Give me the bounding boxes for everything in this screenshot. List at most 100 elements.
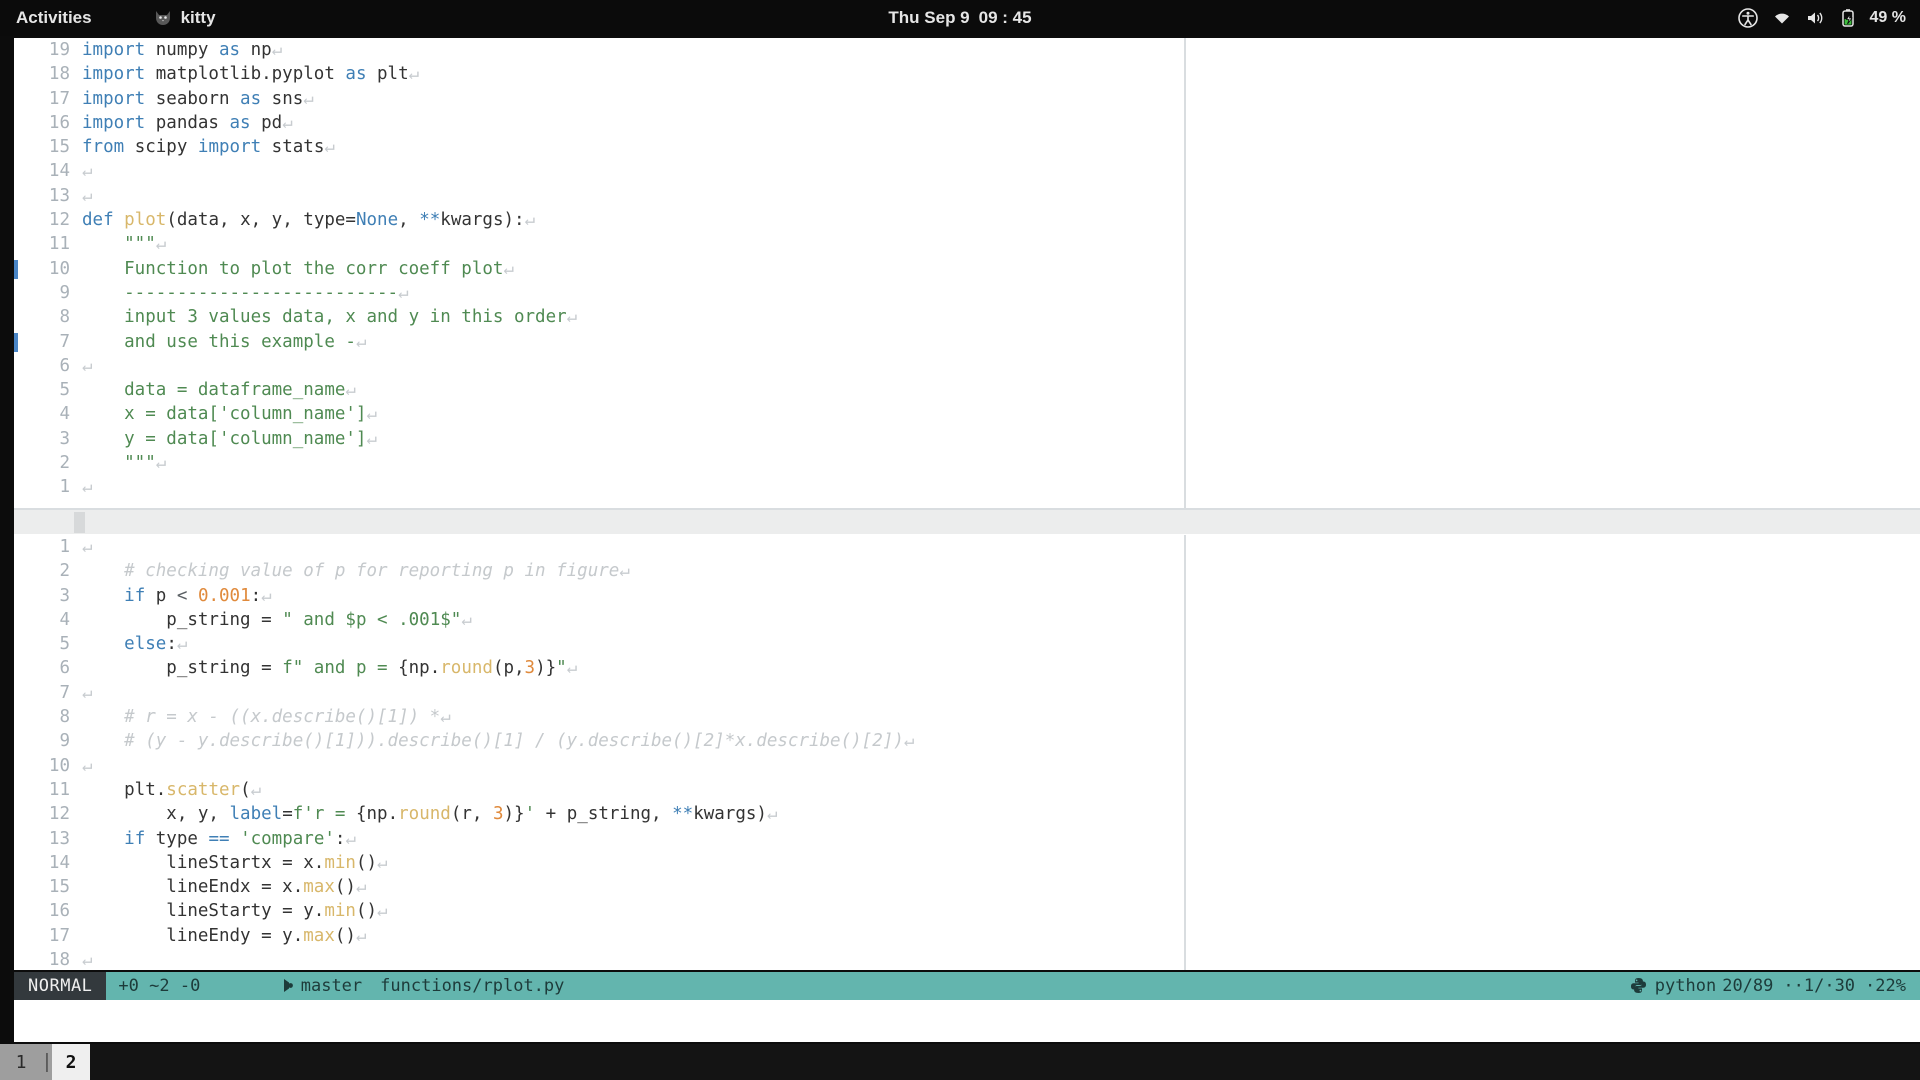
editor-pane-top-left[interactable]: 19import numpy as np↵18import matplotlib… xyxy=(14,38,1184,508)
code-text: Function to plot the corr coeff plot↵ xyxy=(82,257,514,281)
line-number: 12 xyxy=(14,208,70,232)
code-token: ↵ xyxy=(440,707,451,727)
code-line[interactable]: 18import matplotlib.pyplot as plt↵ xyxy=(14,62,1184,86)
code-token: )} xyxy=(504,804,525,824)
code-line[interactable]: 13↵ xyxy=(14,184,1184,208)
code-line[interactable]: 5 else:↵ xyxy=(14,632,1184,656)
code-text: from scipy import stats↵ xyxy=(82,135,335,159)
line-number: 10 xyxy=(14,754,70,778)
code-line[interactable]: 10↵ xyxy=(14,754,1184,778)
code-line[interactable]: 16import pandas as pd↵ xyxy=(14,111,1184,135)
editor-pane-top-right[interactable] xyxy=(1186,38,1920,508)
neovim-editor[interactable]: 19import numpy as np↵18import matplotlib… xyxy=(14,38,1920,970)
line-number: 18 xyxy=(14,948,70,970)
code-line[interactable]: 14↵ xyxy=(14,159,1184,183)
code-token: ↵ xyxy=(303,89,314,109)
editor-pane-bottom-left[interactable]: 1↵2 # checking value of p for reporting … xyxy=(14,535,1184,970)
code-line[interactable]: 12 def plot(data, x, y, type=None, **kwar… xyxy=(14,208,1184,232)
editor-pane-bottom-right[interactable] xyxy=(1186,535,1920,970)
code-line[interactable]: 6 p_string = f" and p = {np.round(p,3)}"… xyxy=(14,656,1184,680)
kitty-cat-icon xyxy=(154,10,172,26)
wifi-icon[interactable] xyxy=(1772,10,1792,26)
battery-charging-icon[interactable] xyxy=(1840,8,1856,28)
code-line[interactable]: 14 lineStartx = x.min()↵ xyxy=(14,851,1184,875)
code-line[interactable]: 3 if p < 0.001:↵ xyxy=(14,584,1184,608)
kitty-tab-bar[interactable]: 1 │ 2 xyxy=(0,1044,1920,1080)
code-text: if p < 0.001:↵ xyxy=(82,584,272,608)
code-token: , xyxy=(398,210,419,230)
code-line[interactable]: 3 y = data['column_name']↵ xyxy=(14,427,1184,451)
code-text: """↵ xyxy=(82,451,166,475)
code-line[interactable]: 17import seaborn as sns↵ xyxy=(14,87,1184,111)
clock[interactable]: Thu Sep 9 09 : 45 xyxy=(0,8,1920,28)
code-text: y = data['column_name']↵ xyxy=(82,427,377,451)
line-number: 15 xyxy=(14,135,70,159)
code-line[interactable]: 6↵ xyxy=(14,354,1184,378)
code-token: (p, xyxy=(493,658,525,678)
code-line[interactable]: 2 """↵ xyxy=(14,451,1184,475)
code-token: " and $p < .001$" xyxy=(282,610,461,630)
code-token xyxy=(82,634,124,654)
code-token: == xyxy=(208,829,229,849)
code-text: # (y - y.describe()[1])).describe()[1] /… xyxy=(82,729,914,753)
code-line[interactable]: 19import numpy as np↵ xyxy=(14,38,1184,62)
line-number: 16 xyxy=(14,899,70,923)
code-token: ↵ xyxy=(324,137,335,157)
code-token: def xyxy=(82,210,114,230)
code-line[interactable]: 11 plt.scatter(↵ xyxy=(14,778,1184,802)
code-line[interactable]: 5 data = dataframe_name↵ xyxy=(14,378,1184,402)
code-token: stats xyxy=(261,137,324,157)
code-token: lineEndx = x. xyxy=(82,877,303,897)
volume-icon[interactable] xyxy=(1806,10,1826,26)
code-line[interactable]: 1↵ xyxy=(14,475,1184,499)
code-text: lineEndy = y.max()↵ xyxy=(82,924,367,948)
code-text: ↵ xyxy=(82,475,93,499)
code-line[interactable]: 12 x, y, label=f'r = {np.round(r, 3)}' +… xyxy=(14,802,1184,826)
code-text: import pandas as pd↵ xyxy=(82,111,293,135)
system-tray[interactable]: 49 % xyxy=(1738,8,1906,28)
kitty-terminal-window[interactable]: 19import numpy as np↵18import matplotlib… xyxy=(0,36,1920,1044)
code-line[interactable]: 15 from scipy import stats↵ xyxy=(14,135,1184,159)
code-line[interactable]: 11 """↵ xyxy=(14,232,1184,256)
line-number: 1 xyxy=(14,475,70,499)
code-line[interactable]: 4 p_string = " and $p < .001$"↵ xyxy=(14,608,1184,632)
code-token: () xyxy=(356,853,377,873)
code-line[interactable]: 2 # checking value of p for reporting p … xyxy=(14,559,1184,583)
code-line[interactable]: 8 # r = x - ((x.describe()[1]) *↵ xyxy=(14,705,1184,729)
code-line[interactable]: 7↵ xyxy=(14,681,1184,705)
code-line[interactable]: 4 x = data['column_name']↵ xyxy=(14,402,1184,426)
code-token: type xyxy=(145,829,208,849)
git-branch-name: master xyxy=(301,976,368,996)
app-indicator-kitty[interactable]: kitty xyxy=(154,8,216,28)
accessibility-icon[interactable] xyxy=(1738,8,1758,28)
code-line[interactable]: 16 lineStarty = y.min()↵ xyxy=(14,899,1184,923)
code-text: def plot(data, x, y, type=None, **kwargs… xyxy=(82,208,535,232)
kitty-tab-1[interactable]: 1 xyxy=(0,1044,42,1080)
code-line[interactable]: 13 if type == 'compare':↵ xyxy=(14,827,1184,851)
code-line[interactable]: 9 --------------------------↵ xyxy=(14,281,1184,305)
code-line[interactable]: 7 and use this example -↵ xyxy=(14,330,1184,354)
code-line[interactable]: 17 lineEndy = y.max()↵ xyxy=(14,924,1184,948)
line-number: 3 xyxy=(14,584,70,608)
code-line[interactable]: 15 lineEndx = x.max()↵ xyxy=(14,875,1184,899)
code-token: 0.001 xyxy=(198,586,251,606)
code-line[interactable]: 9 # (y - y.describe()[1])).describe()[1]… xyxy=(14,729,1184,753)
code-token: () xyxy=(356,901,377,921)
line-number: 6 xyxy=(14,656,70,680)
code-text: x, y, label=f'r = {np.round(r, 3)}' + p_… xyxy=(82,802,778,826)
kitty-tab-2[interactable]: 2 xyxy=(52,1044,90,1080)
code-line[interactable]: 8 input 3 values data, x and y in this o… xyxy=(14,305,1184,329)
code-line[interactable]: 18↵ xyxy=(14,948,1184,970)
line-number: 9 xyxy=(14,281,70,305)
code-token: round xyxy=(398,804,451,824)
activities-button[interactable]: Activities xyxy=(16,8,92,28)
code-line[interactable]: 10 Function to plot the corr coeff plot↵ xyxy=(14,257,1184,281)
code-token: p xyxy=(145,586,177,606)
cursor-line[interactable]: 20 r, p = stats.pearsonr(x,y)↵ xyxy=(14,510,1920,534)
code-token: and use this example - xyxy=(82,332,356,352)
code-text: lineStartx = x.min()↵ xyxy=(82,851,388,875)
code-line[interactable]: 1↵ xyxy=(14,535,1184,559)
code-token: f" and p = xyxy=(282,658,398,678)
code-token: {np. xyxy=(356,804,398,824)
code-token: () xyxy=(335,877,356,897)
